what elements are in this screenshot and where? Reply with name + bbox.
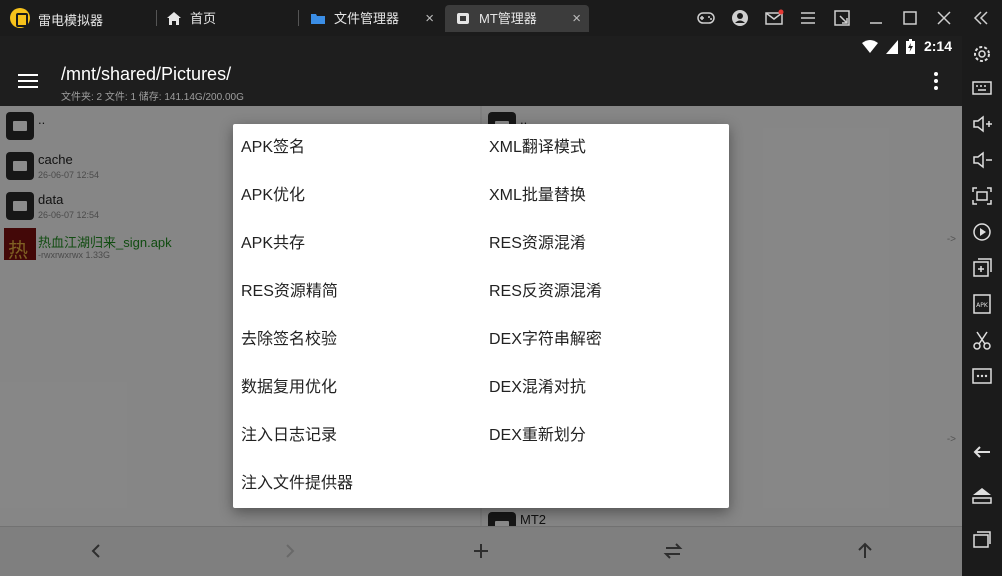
path-info: 文件夹: 2 文件: 1 储存: 141.14G/200.00G [61, 92, 244, 103]
add-app-icon[interactable] [970, 256, 994, 280]
tab-mt-manager[interactable]: MT管理器 × [445, 5, 589, 32]
apk-tools-dialog: APK签名 APK优化 APK共存 RES资源精简 去除签名校验 数据复用优化 … [233, 124, 729, 508]
tab-separator [298, 10, 299, 26]
tab-file-manager[interactable]: 文件管理器 × [300, 5, 442, 32]
menu-item-remove-sign-check[interactable]: 去除签名校验 [233, 316, 473, 364]
screenshot-icon[interactable] [970, 184, 994, 208]
app-bar: /mnt/shared/Pictures/ 文件夹: 2 文件: 1 储存: 1… [0, 58, 962, 106]
menu-item-apk-coexist[interactable]: APK共存 [233, 220, 473, 268]
record-icon[interactable] [970, 220, 994, 244]
menu-item-inject-file-provider[interactable]: 注入文件提供器 [233, 460, 473, 508]
menu-item-dex-repartition[interactable]: DEX重新划分 [481, 412, 721, 460]
emulator-sidebar: APK [962, 36, 1002, 576]
tab-home[interactable]: 首页 [156, 5, 296, 32]
more-vert-icon[interactable] [934, 72, 938, 90]
keyboard-icon[interactable] [970, 76, 994, 100]
menu-item-apk-optimize[interactable]: APK优化 [233, 172, 473, 220]
settings-icon[interactable] [970, 42, 994, 66]
battery-icon [906, 39, 915, 54]
wifi-icon [862, 40, 878, 53]
more-icon[interactable] [970, 364, 994, 388]
menu-item-xml-replace[interactable]: XML批量替换 [481, 172, 721, 220]
android-home-icon[interactable] [970, 484, 994, 508]
menu-item-dex-anti-obfuscate[interactable]: DEX混淆对抗 [481, 364, 721, 412]
menu-item-dex-string-decrypt[interactable]: DEX字符串解密 [481, 316, 721, 364]
emulator-logo-icon [10, 8, 30, 28]
popout-icon[interactable] [832, 8, 852, 28]
maximize-icon[interactable] [900, 8, 920, 28]
apk-install-icon[interactable]: APK [970, 292, 994, 316]
tab-close-icon[interactable]: × [425, 5, 434, 32]
menu-item-data-reuse[interactable]: 数据复用优化 [233, 364, 473, 412]
android-recent-icon[interactable] [970, 528, 994, 552]
window-titlebar: 雷电模拟器 首页 文件管理器 × MT管理器 × [0, 0, 1002, 36]
menu-item-inject-log[interactable]: 注入日志记录 [233, 412, 473, 460]
tab-label: MT管理器 [479, 11, 537, 26]
scissors-icon[interactable] [970, 328, 994, 352]
tab-label: 文件管理器 [334, 11, 400, 26]
minimize-icon[interactable] [866, 8, 886, 28]
hamburger-menu-icon[interactable] [18, 74, 38, 88]
android-back-icon[interactable] [970, 440, 994, 464]
home-icon [167, 12, 181, 25]
current-path: /mnt/shared/Pictures/ [61, 64, 232, 84]
menu-item-res-shrink[interactable]: RES资源精简 [233, 268, 473, 316]
signal-icon [886, 40, 898, 54]
status-bar: 2:14 [0, 36, 962, 58]
menu-item-res-obfuscate[interactable]: RES资源混淆 [481, 220, 721, 268]
menu-item-xml-translate[interactable]: XML翻译模式 [481, 124, 721, 172]
app-icon [457, 13, 469, 24]
collapse-icon[interactable] [971, 8, 991, 28]
svg-text:APK: APK [976, 302, 989, 309]
menu-item-apk-sign[interactable]: APK签名 [233, 124, 473, 172]
close-icon[interactable] [934, 8, 954, 28]
folder-icon [311, 14, 325, 24]
volume-up-icon[interactable] [970, 112, 994, 136]
mail-icon[interactable] [764, 8, 784, 28]
menu-item-res-deobfuscate[interactable]: RES反资源混淆 [481, 268, 721, 316]
gamepad-icon[interactable] [696, 8, 716, 28]
volume-down-icon[interactable] [970, 148, 994, 172]
tab-close-icon[interactable]: × [572, 5, 581, 32]
tab-label: 首页 [190, 11, 217, 26]
status-time: 2:14 [923, 38, 952, 54]
app-name: 雷电模拟器 [38, 13, 104, 28]
menu-icon[interactable] [798, 8, 818, 28]
avatar-icon[interactable] [730, 8, 750, 28]
